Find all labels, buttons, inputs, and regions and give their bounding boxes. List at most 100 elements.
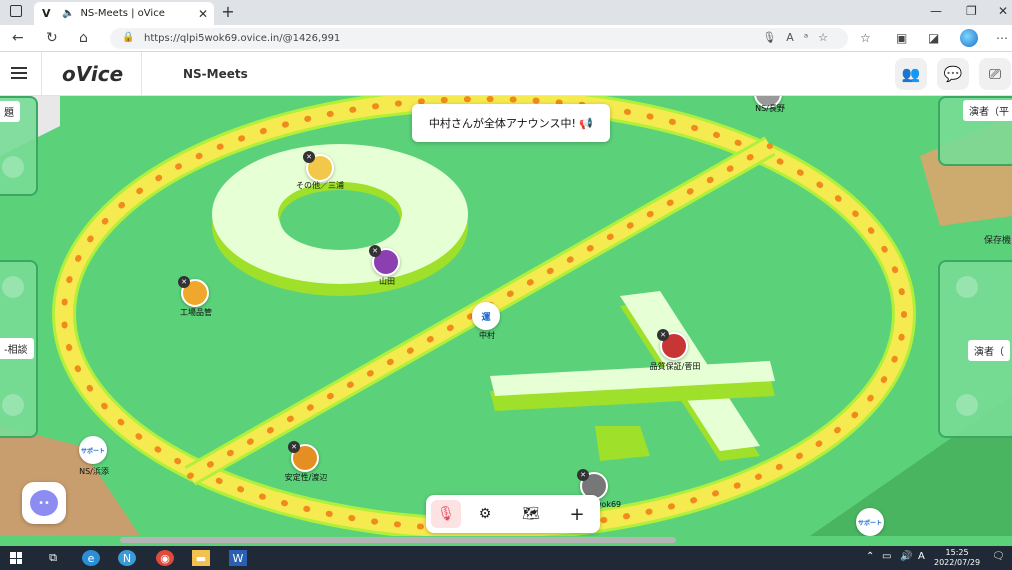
wooden-deck [0, 426, 140, 536]
left-room-top-label: 題 [0, 101, 20, 122]
browser-tab[interactable]: V 🔈 NS-Meets | oVice ✕ [34, 2, 214, 25]
user-avatar[interactable]: サポート [79, 436, 107, 464]
user-avatar[interactable]: サポート [856, 508, 884, 536]
mic-muted-icon: ✕ [577, 469, 589, 481]
user-name: 山田 [379, 277, 395, 286]
refresh-icon[interactable]: ↻ [46, 30, 58, 46]
share-icon: ⎚ [988, 65, 1001, 83]
profile-avatar[interactable] [960, 29, 978, 47]
url-text: https://qlpi5wok69.ovice.in/@1426,991 [144, 33, 341, 44]
address-bar[interactable]: 🔒 https://qlpi5wok69.ovice.in/@1426,991 … [110, 28, 848, 49]
favorites-icon[interactable]: ☆ [860, 31, 871, 45]
share-button[interactable]: ⎚ [979, 58, 1011, 90]
user-name: 工場品管 [180, 308, 212, 317]
lock-icon: 🔒 [122, 32, 135, 43]
mic-muted-icon: ✕ [369, 245, 381, 257]
clock-date: 2022/07/29 [934, 558, 981, 567]
volume-icon[interactable]: 🔊 [900, 551, 912, 562]
bottom-toolbar: 🎙 ⚙ 🗺 + [426, 495, 600, 533]
right-room-mid-label: 演者（ [968, 340, 1010, 361]
app-n-icon[interactable]: N [118, 550, 136, 566]
storage-label: 保存機 [984, 236, 1012, 246]
tab-title: NS-Meets | oVice [80, 8, 165, 19]
map-icon: 🗺 [522, 506, 540, 522]
tab-actions-icon[interactable] [10, 5, 22, 17]
browser-tab-bar: V 🔈 NS-Meets | oVice ✕ + — ❐ ✕ [0, 0, 1012, 25]
home-icon[interactable]: ⌂ [79, 30, 88, 46]
seat[interactable] [2, 156, 24, 178]
user-name: NS/長野 [755, 104, 785, 113]
settings-button[interactable]: ⚙ [470, 500, 500, 528]
back-icon[interactable]: ← [12, 30, 24, 46]
word-icon[interactable]: W [229, 550, 247, 566]
address-toolbar: ← ↻ ⌂ 🔒 https://qlpi5wok69.ovice.in/@142… [0, 25, 1012, 52]
header-divider [41, 52, 42, 95]
notifications-icon[interactable]: 🗨 [992, 551, 1005, 562]
map-button[interactable]: 🗺 [516, 500, 546, 528]
ovice-logo: oVice [62, 62, 124, 86]
mic-toggle-button[interactable]: 🎙 [431, 500, 461, 528]
ime-indicator[interactable]: A [918, 551, 925, 562]
chat-icon: 💬 [943, 65, 963, 83]
chat-button[interactable]: 💬 [937, 58, 969, 90]
horizontal-scrollbar[interactable] [120, 537, 676, 543]
tab-close-icon[interactable]: ✕ [198, 7, 208, 21]
file-explorer-icon[interactable]: ▬ [192, 550, 210, 566]
members-icon: 👥 [901, 65, 921, 83]
user-avatar[interactable]: ✕ [369, 245, 400, 276]
add-button[interactable]: + [562, 500, 592, 528]
ring-hole [280, 190, 400, 250]
system-clock[interactable]: 15:25 2022/07/29 [934, 548, 980, 568]
user-name: NS/浜添 [79, 467, 109, 476]
address-actions[interactable]: 🎙Aᵃ☆ [762, 31, 838, 44]
more-menu-icon[interactable]: ⋯ [996, 31, 1008, 45]
chrome-icon[interactable]: ◉ [156, 550, 174, 566]
user-avatar[interactable]: ✕ [288, 441, 319, 472]
ovice-favicon-icon: V [42, 7, 51, 20]
clock-time: 15:25 [945, 548, 969, 557]
mic-off-icon: 🎙 [437, 506, 455, 522]
members-button[interactable]: 👥 [895, 58, 927, 90]
windows-taskbar: ⧉ e N ◉ ▬ W ⌃ ▭ 🔊 A 15:25 2022/07/29 🗨 [0, 546, 1012, 570]
user-avatar[interactable]: ✕ [178, 276, 209, 307]
chat-bubble-icon: •• [30, 490, 58, 516]
assistant-button[interactable]: •• [22, 482, 66, 524]
seat[interactable] [2, 394, 24, 416]
battery-icon[interactable]: ▭ [882, 551, 891, 562]
cross-shape [490, 291, 775, 461]
user-name: 中村 [479, 331, 495, 340]
app-header: oVice NS-Meets 👥 💬 ⎚ [0, 52, 1012, 96]
user-avatar[interactable]: 運 [472, 302, 500, 330]
extensions-icon[interactable]: ◪ [928, 31, 939, 45]
seat[interactable] [956, 394, 978, 416]
close-window-button[interactable]: ✕ [998, 4, 1008, 18]
user-name: その他／三浦 [296, 181, 344, 190]
mic-muted-icon: ✕ [178, 276, 190, 288]
space-name: NS-Meets [183, 67, 248, 81]
right-room-top-label: 演者（平 [963, 100, 1012, 121]
minimize-button[interactable]: — [930, 4, 942, 18]
task-view-icon[interactable]: ⧉ [44, 550, 62, 566]
map-floor [0, 96, 1012, 536]
mic-muted-icon: ✕ [657, 329, 669, 341]
speaker-icon[interactable]: 🔈 [62, 8, 74, 19]
seat[interactable] [956, 276, 978, 298]
windows-start-icon[interactable] [10, 552, 22, 564]
virtual-space-map[interactable]: 題 -相談 演者（平 保存機 演者（ 中村さんが全体アナウンス中! 📢 ✕ その… [0, 96, 1012, 536]
user-avatar[interactable]: ✕ [657, 329, 688, 360]
user-name: 安定性/渡辺 [284, 473, 328, 482]
menu-icon[interactable] [11, 67, 27, 79]
left-room-mid-label: -相談 [0, 338, 34, 359]
edge-icon[interactable]: e [82, 550, 100, 566]
header-divider [141, 52, 142, 95]
gear-icon: ⚙ [478, 506, 492, 522]
user-avatar[interactable]: ✕ [303, 151, 334, 182]
restore-button[interactable]: ❐ [966, 4, 977, 18]
seat[interactable] [2, 276, 24, 298]
user-name: 品質保証/菅田 [649, 362, 701, 371]
collections-icon[interactable]: ▣ [896, 31, 907, 45]
tray-chevron-icon[interactable]: ⌃ [866, 551, 874, 562]
mic-muted-icon: ✕ [288, 441, 300, 453]
mic-muted-icon: ✕ [303, 151, 315, 163]
new-tab-button[interactable]: + [219, 2, 237, 21]
